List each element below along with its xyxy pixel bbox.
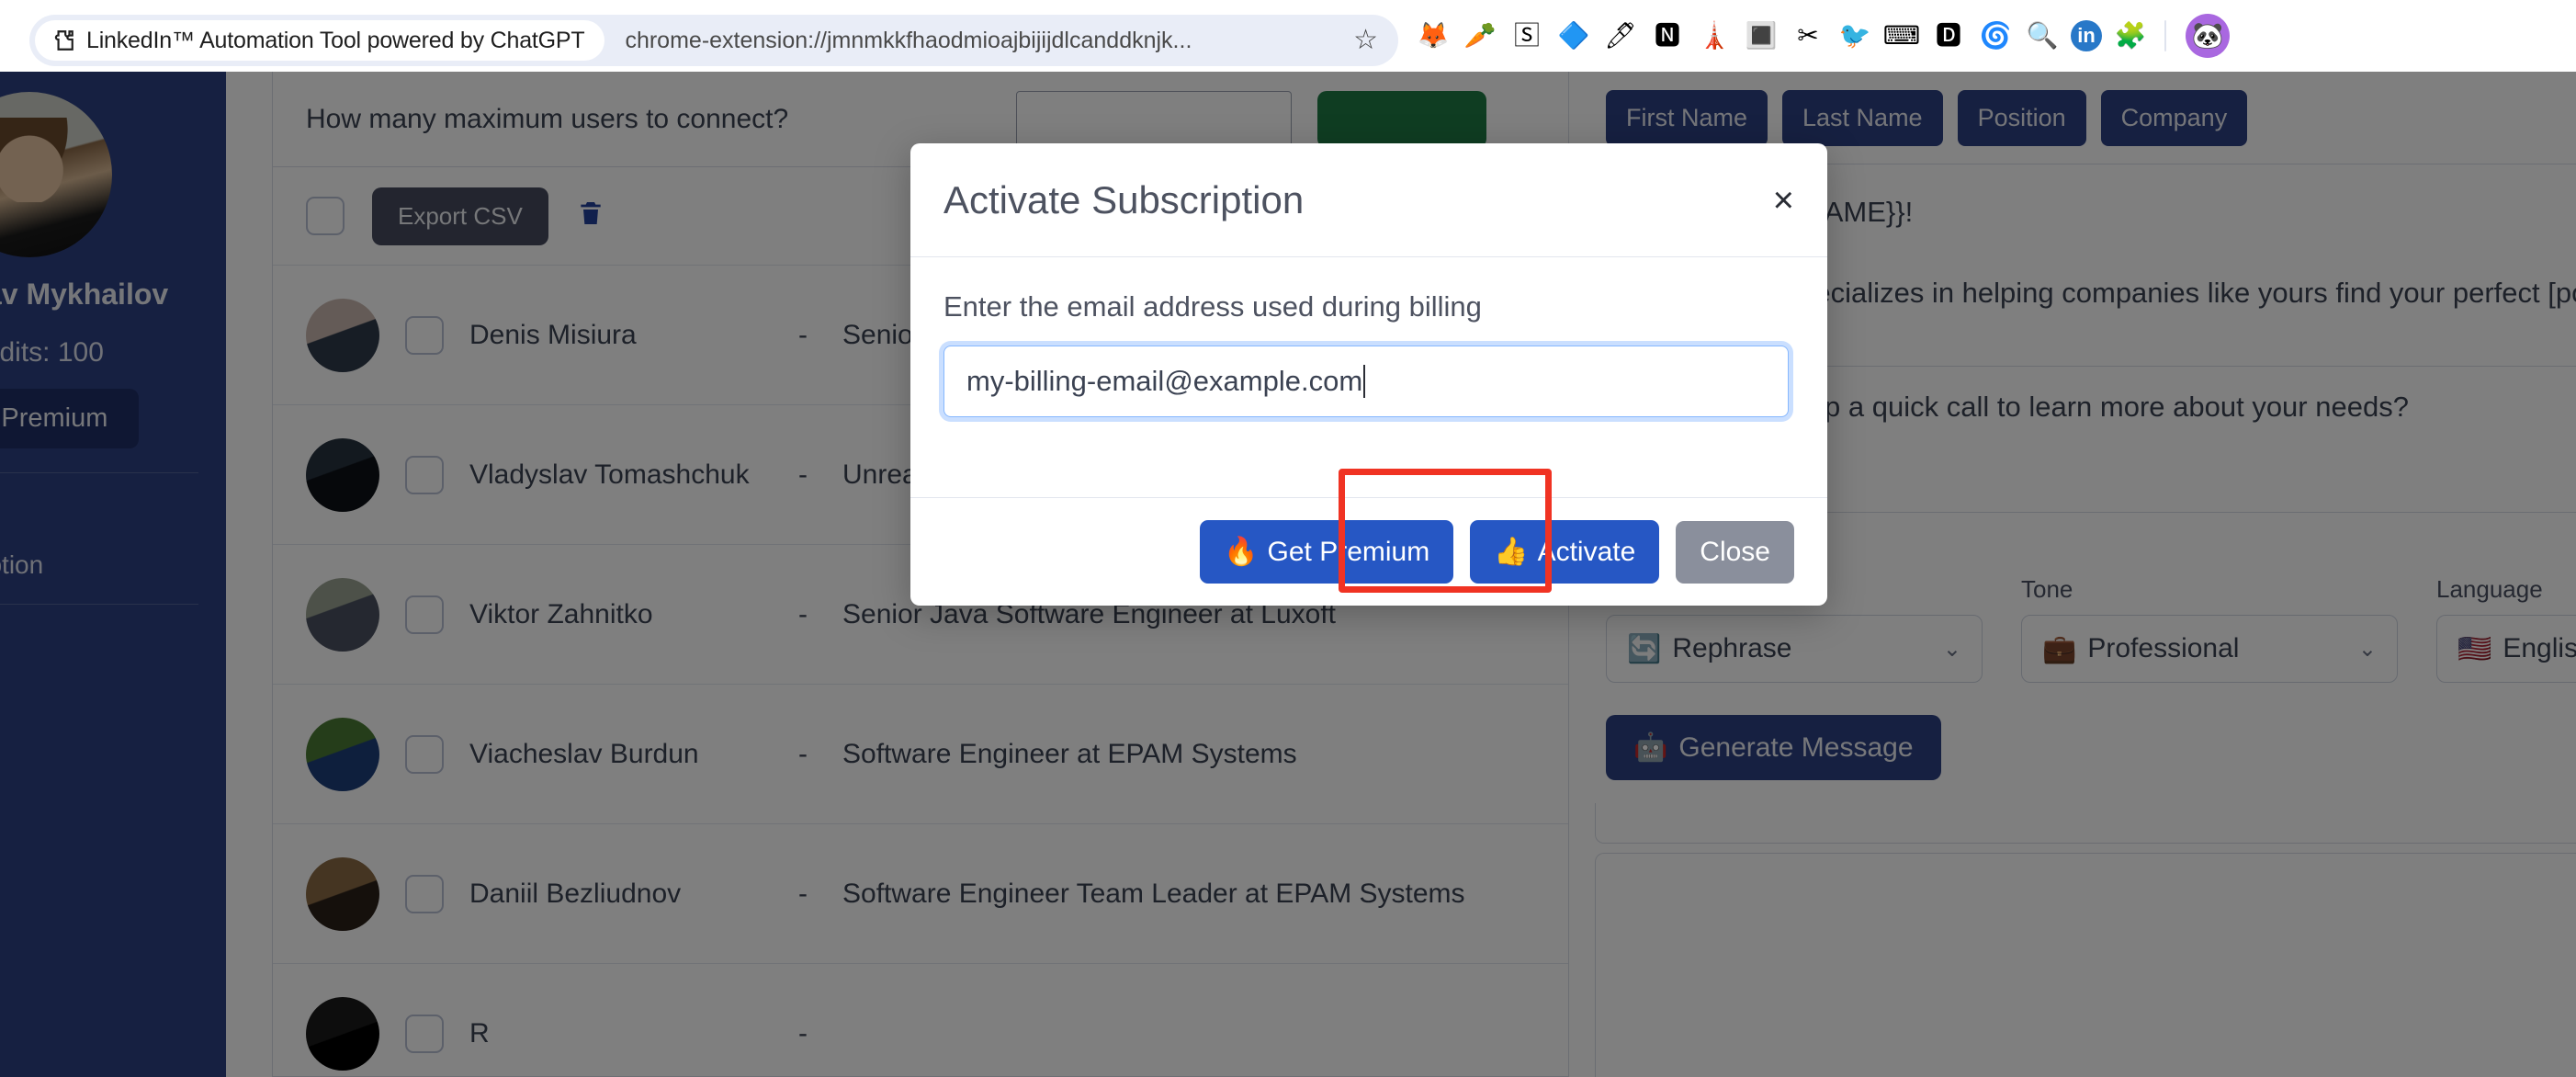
url-text[interactable]: chrome-extension://jmnmkkfhaodmioajbijij… (625, 28, 1353, 54)
puzzle-extensions-icon[interactable]: 🧩 (2112, 17, 2149, 54)
icon-glyph: 🥕 (1463, 21, 1497, 50)
modal-header: Activate Subscription × (910, 143, 1827, 257)
lighthouse-icon[interactable]: 🗼 (1696, 17, 1733, 54)
toolbar-divider (2164, 20, 2166, 51)
docs-blue-icon[interactable]: 🅳 (1930, 17, 1967, 54)
modal-footer: 🔥 Get Premium 👍 Activate Close (910, 469, 1827, 606)
icon-glyph: ✂ (1797, 21, 1819, 50)
extension-icon-tray: 🦊 🥕 🅂 🔷 🖊 🅽 🗼 🔳 ✂ 🐦 ⌨ 🅳 🌀 🔍 in 🧩 🐼 (1415, 0, 2230, 72)
email-prompt-label: Enter the email address used during bill… (943, 290, 1482, 323)
panda-icon: 🐼 (2191, 21, 2224, 50)
activate-subscription-modal: Activate Subscription × Enter the email … (910, 143, 1827, 606)
icon-glyph: 🦊 (1417, 21, 1450, 50)
search-red-icon[interactable]: 🔍 (2024, 17, 2061, 54)
spiral-blue-icon[interactable]: 🌀 (1977, 17, 2014, 54)
icon-glyph: 🔳 (1745, 21, 1778, 50)
thumbs-up-icon: 👍 (1494, 537, 1529, 567)
seo-s-icon[interactable]: 🅂 (1508, 17, 1545, 54)
linkedin-icon[interactable]: in (2071, 20, 2102, 51)
omnibox[interactable]: LinkedIn™ Automation Tool powered by Cha… (29, 15, 1398, 66)
modal-body: Enter the email address used during bill… (910, 257, 1827, 497)
text-caret (1363, 365, 1366, 398)
close-icon[interactable]: × (1773, 182, 1794, 219)
notion-icon[interactable]: 🅽 (1649, 17, 1686, 54)
icon-glyph: ⌨ (1883, 21, 1920, 50)
icon-glyph: 🧩 (2114, 21, 2147, 50)
icon-glyph: 🗼 (1698, 21, 1731, 50)
modal-title: Activate Subscription (943, 177, 1305, 221)
close-button[interactable]: Close (1676, 520, 1794, 584)
fire-icon: 🔥 (1224, 537, 1259, 567)
activate-button[interactable]: 👍 Activate (1470, 520, 1660, 584)
diamond-purple-icon[interactable]: 🔷 (1555, 17, 1592, 54)
icon-glyph: 🌀 (1979, 21, 2012, 50)
billing-email-input[interactable]: my-billing-email@example.com (943, 346, 1789, 417)
keyboard-icon[interactable]: ⌨ (1883, 17, 1920, 54)
icon-glyph: 🔍 (2026, 21, 2059, 50)
icon-glyph: 🅳 (1935, 21, 1961, 50)
get-premium-button[interactable]: 🔥 Get Premium (1200, 520, 1454, 584)
get-premium-label: Get Premium (1267, 536, 1430, 567)
icon-glyph: in (2077, 24, 2096, 47)
icon-glyph: 🅂 (1513, 21, 1540, 50)
qr-code-icon[interactable]: 🔳 (1743, 17, 1779, 54)
icon-glyph: 🐦 (1838, 21, 1871, 50)
profile-avatar[interactable]: 🐼 (2186, 14, 2230, 58)
firefox-fox-icon[interactable]: 🦊 (1415, 17, 1452, 54)
icon-glyph: 🅽 (1654, 21, 1680, 50)
icon-glyph: 🖊 (1604, 21, 1637, 50)
js-scissors-icon[interactable]: ✂ (1790, 17, 1826, 54)
browser-toolbar: LinkedIn™ Automation Tool powered by Cha… (0, 0, 2576, 72)
extension-title-label: LinkedIn™ Automation Tool powered by Cha… (86, 27, 585, 53)
pen-icon[interactable]: 🖊 (1602, 17, 1639, 54)
bookmark-star-icon[interactable]: ☆ (1353, 27, 1378, 54)
icon-glyph: 🔷 (1557, 21, 1590, 50)
bird-grey-icon[interactable]: 🐦 (1836, 17, 1873, 54)
activate-label: Activate (1537, 536, 1636, 567)
seoquake-icon[interactable]: 🥕 (1462, 17, 1498, 54)
billing-email-value: my-billing-email@example.com (966, 365, 1363, 397)
extension-title-chip[interactable]: LinkedIn™ Automation Tool powered by Cha… (35, 20, 605, 61)
puzzle-piece-icon (51, 28, 75, 52)
